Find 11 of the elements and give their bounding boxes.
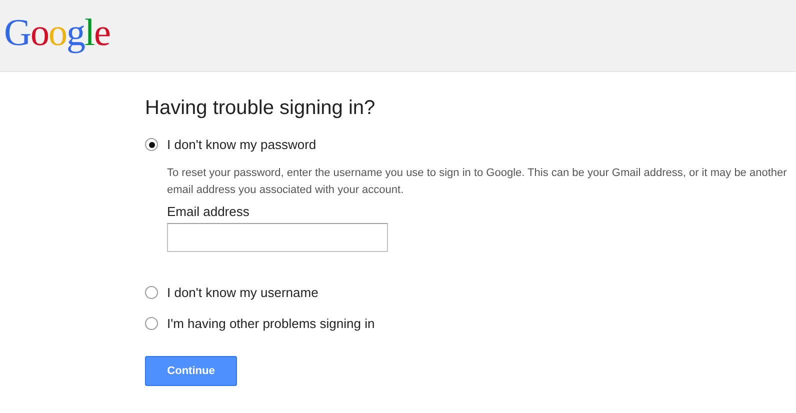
option-label[interactable]: I don't know my username [167,282,318,302]
field-label: Email address [167,204,250,220]
option-label[interactable]: I don't know my password [167,134,316,154]
email-field[interactable] [167,223,388,252]
radio-button[interactable] [145,138,158,151]
radio-button[interactable] [145,317,158,330]
page-heading: Having trouble signing in? [145,96,376,120]
help-text: To reset your password, enter the username you use to sign in to Google. This can be your Gmail address, or it may be another email address you associated with your account. [167,166,787,198]
radio-button[interactable] [145,286,158,299]
logo[interactable]: Google [4,14,110,52]
option-label[interactable]: I'm having other problems signing in [167,314,375,334]
